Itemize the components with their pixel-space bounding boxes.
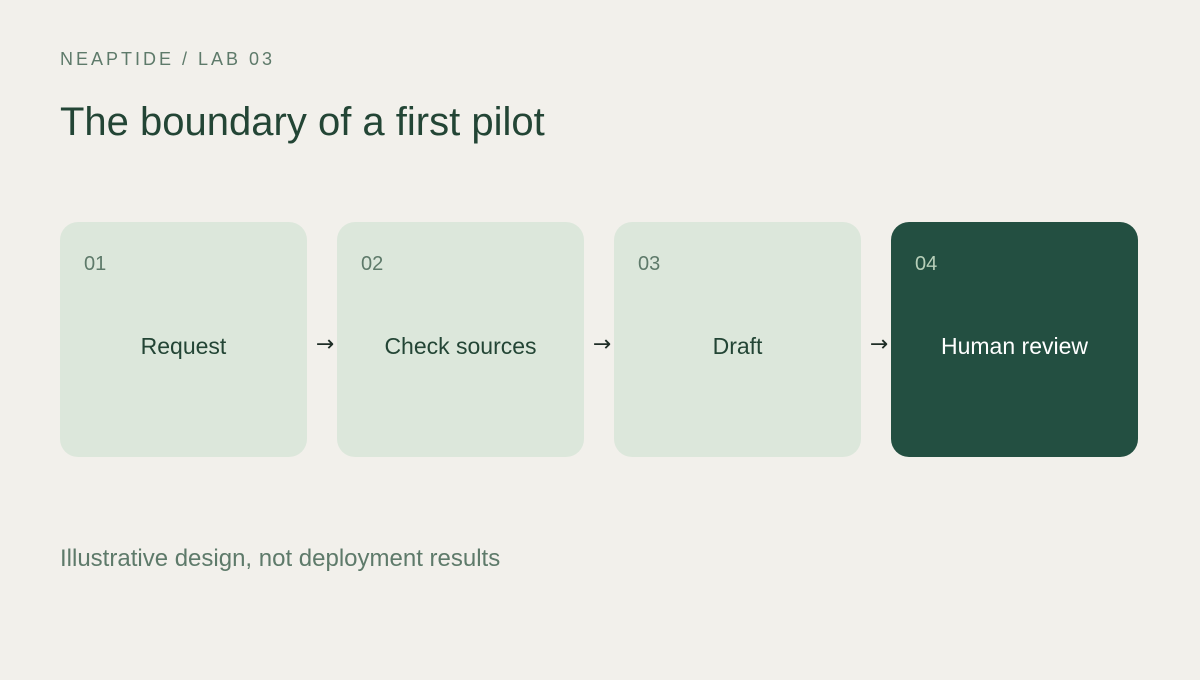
footnote: Illustrative design, not deployment resu… bbox=[60, 545, 501, 572]
page-title: The boundary of a first pilot bbox=[60, 100, 545, 144]
step-number: 03 bbox=[638, 253, 661, 275]
step-label: Check sources bbox=[384, 333, 537, 359]
step-label: Human review bbox=[941, 333, 1088, 359]
step-card-human-review: 04 Human review bbox=[891, 222, 1138, 457]
step-number: 01 bbox=[84, 253, 107, 275]
pilot-flow-diagram: 01 Request → 02 Check sources → 03 Draft… bbox=[60, 222, 1138, 457]
step-number: 02 bbox=[361, 253, 384, 275]
arrow-icon: → bbox=[315, 332, 335, 357]
step-number: 04 bbox=[915, 253, 938, 275]
arrow-icon: → bbox=[592, 332, 612, 357]
eyebrow: NEAPTIDE / LAB 03 bbox=[60, 49, 276, 69]
step-label: Request bbox=[140, 333, 227, 359]
step-label: Draft bbox=[712, 333, 763, 359]
arrow-icon: → bbox=[869, 332, 889, 357]
step-card-check-sources: 02 Check sources bbox=[337, 222, 584, 457]
step-card-draft: 03 Draft bbox=[614, 222, 861, 457]
step-card-request: 01 Request bbox=[60, 222, 307, 457]
